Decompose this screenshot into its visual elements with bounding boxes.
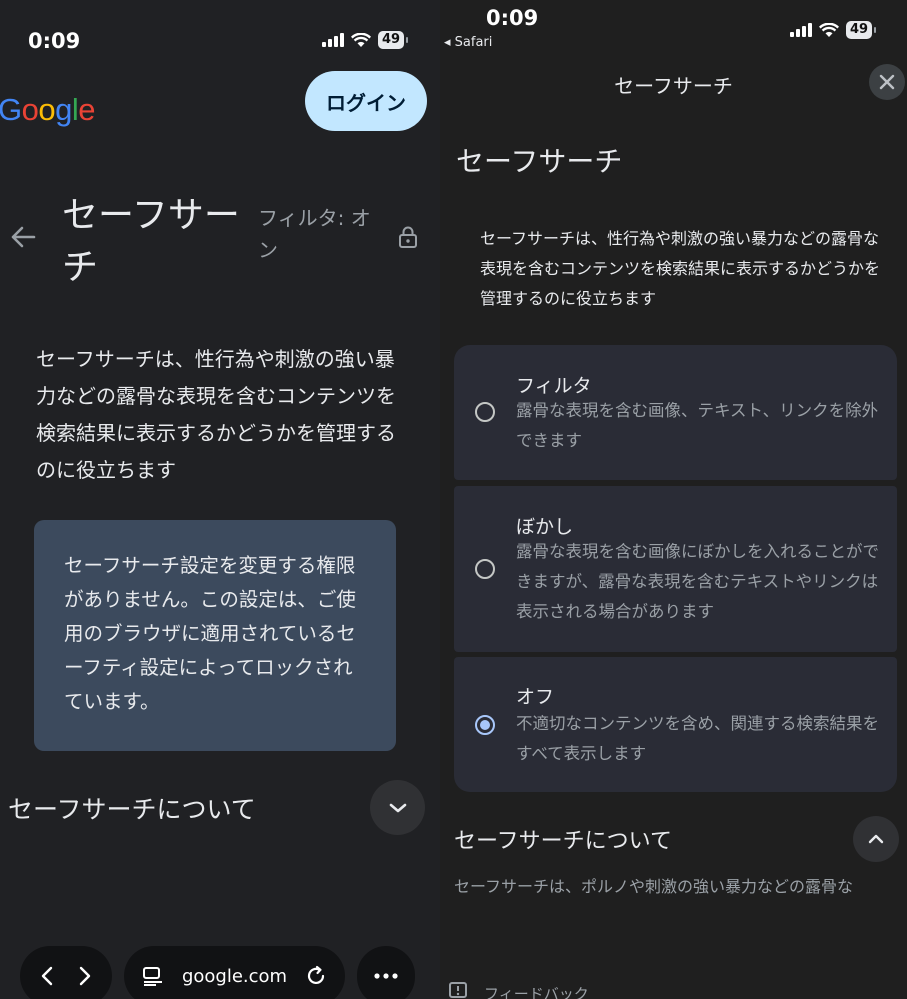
radio-off[interactable] — [475, 715, 495, 735]
page-title: セーフサーチ — [456, 145, 623, 178]
lock-icon — [399, 226, 417, 248]
expand-about-button[interactable] — [370, 780, 425, 835]
locked-notice: セーフサーチ設定を変更する権限がありません。この設定は、ご使用のブラウザに適用さ… — [34, 520, 396, 751]
option-filter[interactable]: フィルタ 露骨な表現を含む画像、テキスト、リンクを除外できます — [454, 345, 897, 480]
close-icon — [879, 74, 895, 90]
chevron-up-icon — [868, 834, 884, 844]
google-logo-letter: o — [38, 92, 56, 127]
locked-notice-text: セーフサーチ設定を変更する権限がありません。この設定は、ご使用のブラウザに適用さ… — [64, 554, 356, 713]
page-title: セーフサーチ — [62, 195, 240, 288]
google-logo-letter: G — [0, 92, 22, 127]
left-screen: 0:09 49 Google ログイン セーフサーチ フィルタ: オン セーフサ… — [0, 0, 440, 999]
option-off-title: オフ — [516, 686, 555, 708]
battery-indicator: 49 — [378, 31, 409, 49]
battery-indicator: 49 — [846, 21, 877, 39]
google-logo-letter: e — [78, 92, 96, 127]
google-logo[interactable]: Google — [0, 92, 96, 128]
about-safesearch-heading: セーフサーチについて — [454, 829, 673, 854]
address-bar[interactable]: google.com — [124, 946, 345, 999]
status-icons: 49 — [790, 21, 877, 39]
more-menu-button[interactable] — [357, 946, 415, 999]
browser-forward-icon[interactable] — [78, 965, 92, 987]
back-to-safari-link[interactable]: ◂ Safari — [444, 35, 492, 50]
close-button[interactable] — [869, 64, 905, 100]
about-safesearch-heading: セーフサーチについて — [8, 795, 256, 824]
right-screen: 0:09 ◂ Safari 49 セーフサーチ セーフサーチ セーフサーチは、性… — [440, 0, 907, 999]
login-button[interactable]: ログイン — [305, 71, 427, 131]
reload-icon[interactable] — [305, 965, 327, 987]
cellular-signal-icon — [322, 33, 344, 47]
wifi-icon — [819, 22, 839, 37]
wifi-icon — [351, 32, 371, 47]
safesearch-description: セーフサーチは、性行為や刺激の強い暴力などの露骨な表現を含むコンテンツを検索結果… — [480, 229, 881, 308]
status-time: 0:09 — [28, 29, 81, 53]
radio-blur[interactable] — [475, 559, 495, 579]
option-filter-title: フィルタ — [516, 375, 592, 397]
url-text[interactable]: google.com — [182, 966, 287, 987]
collapse-about-button[interactable] — [853, 816, 899, 862]
status-icons: 49 — [322, 31, 409, 49]
sheet-header-title: セーフサーチ — [614, 74, 733, 98]
google-logo-letter: o — [21, 92, 39, 127]
option-blur-description: 露骨な表現を含む画像にぼかしを入れることができますが、露骨な表現を含むテキストや… — [516, 542, 879, 621]
option-filter-description: 露骨な表現を含む画像、テキスト、リンクを除外できます — [516, 401, 879, 450]
more-horizontal-icon — [374, 973, 398, 979]
status-time: 0:09 — [486, 6, 539, 30]
google-logo-letter: g — [55, 92, 72, 127]
feedback-icon — [449, 982, 467, 998]
option-off-description: 不適切なコンテンツを含め、関連する検索結果をすべて表示します — [516, 714, 879, 763]
feedback-link[interactable]: フィードバック — [484, 983, 589, 999]
chevron-down-icon — [389, 803, 406, 812]
browser-back-icon[interactable] — [40, 965, 54, 987]
browser-nav-group — [20, 946, 112, 999]
radio-filter[interactable] — [475, 402, 495, 422]
option-blur-title: ぼかし — [516, 516, 574, 538]
filter-status: フィルタ: オン — [258, 206, 371, 262]
option-off[interactable]: オフ 不適切なコンテンツを含め、関連する検索結果をすべて表示します — [454, 657, 897, 792]
cellular-signal-icon — [790, 23, 812, 37]
back-arrow-icon[interactable] — [8, 222, 38, 252]
about-safesearch-text: セーフサーチは、ポルノや刺激の強い暴力などの露骨な — [454, 877, 854, 896]
page-menu-icon[interactable] — [142, 966, 164, 986]
option-blur[interactable]: ぼかし 露骨な表現を含む画像にぼかしを入れることができますが、露骨な表現を含むテ… — [454, 486, 897, 652]
safesearch-description: セーフサーチは、性行為や刺激の強い暴力などの露骨な表現を含むコンテンツを検索結果… — [36, 347, 396, 482]
